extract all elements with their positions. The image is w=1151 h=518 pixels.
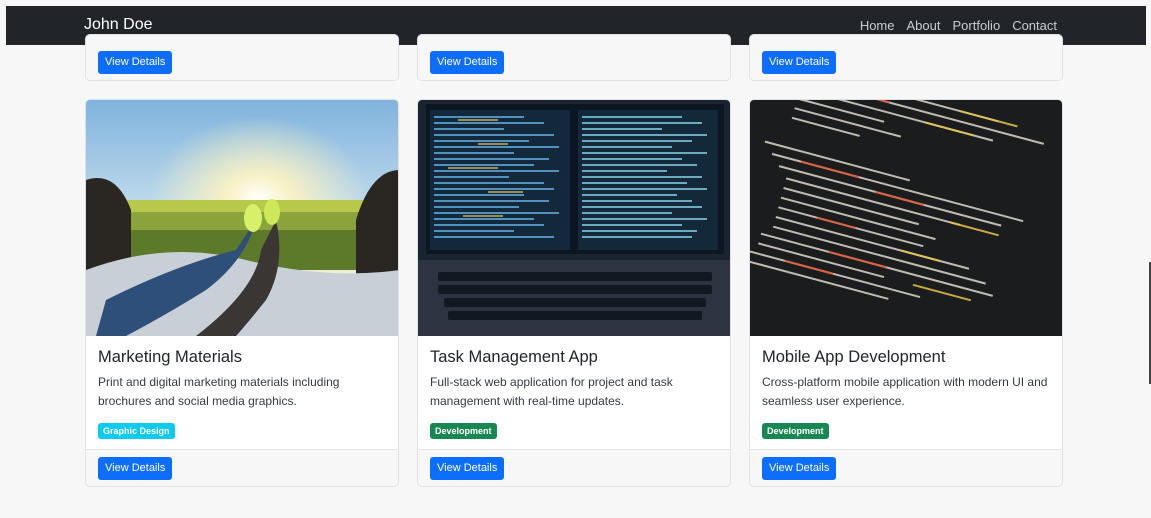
card-footer: View Details xyxy=(86,35,398,80)
category-badge: Graphic Design xyxy=(98,423,175,439)
nav-link-contact[interactable]: Contact xyxy=(1012,18,1057,33)
category-badge: Development xyxy=(762,423,829,439)
category-badge: Development xyxy=(430,423,497,439)
nav-link-about[interactable]: About xyxy=(907,18,941,33)
card-title: Task Management App xyxy=(430,348,598,366)
portfolio-card: Task Management App Full-stack web appli… xyxy=(417,99,731,487)
laptop-code-photo xyxy=(418,100,730,336)
view-details-button[interactable]: View Details xyxy=(430,51,505,74)
view-details-button[interactable]: View Details xyxy=(762,51,837,74)
nav-link-home[interactable]: Home xyxy=(860,18,895,33)
card-footer: View Details xyxy=(418,449,730,486)
card-title: Mobile App Development xyxy=(762,348,946,366)
card-footer: View Details xyxy=(750,449,1062,486)
card-footer: View Details xyxy=(418,35,730,80)
card-description: Print and digital marketing materials in… xyxy=(98,375,340,408)
card-footer: View Details xyxy=(86,449,398,486)
brand-name[interactable]: John Doe xyxy=(84,16,153,34)
card-title: Marketing Materials xyxy=(98,348,242,366)
portfolio-card-partial: View Details xyxy=(749,34,1063,81)
portfolio-card-partial: View Details xyxy=(85,34,399,81)
view-details-button[interactable]: View Details xyxy=(430,457,505,480)
nav-links: Home About Portfolio Contact xyxy=(860,18,1057,33)
portfolio-card: Mobile App Development Cross-platform mo… xyxy=(749,99,1063,487)
sunset-field-photo xyxy=(86,100,398,336)
view-details-button[interactable]: View Details xyxy=(762,457,837,480)
card-description: Cross-platform mobile application with m… xyxy=(762,375,1048,408)
card-footer: View Details xyxy=(750,35,1062,80)
view-details-button[interactable]: View Details xyxy=(98,457,173,480)
view-details-button[interactable]: View Details xyxy=(98,51,173,74)
portfolio-card-partial: View Details xyxy=(417,34,731,81)
card-description: Full-stack web application for project a… xyxy=(430,375,673,408)
code-screen-photo xyxy=(750,100,1062,336)
nav-link-portfolio[interactable]: Portfolio xyxy=(952,18,1000,33)
portfolio-card: Marketing Materials Print and digital ma… xyxy=(85,99,399,487)
